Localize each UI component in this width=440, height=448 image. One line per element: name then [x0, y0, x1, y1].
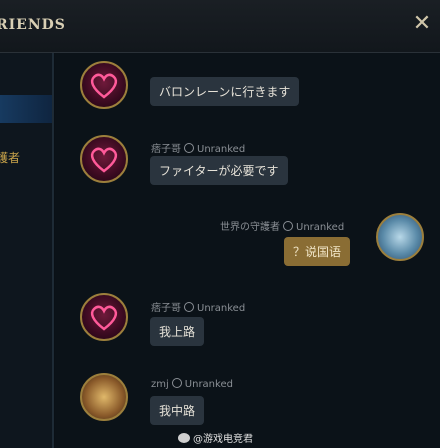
sender-name: 痞子哥	[151, 303, 181, 314]
heart-avatar[interactable]	[80, 293, 128, 341]
rank-icon	[171, 378, 182, 388]
rank-status: Unranked	[296, 222, 345, 233]
heart-avatar[interactable]	[80, 61, 128, 109]
poro-avatar[interactable]	[376, 213, 424, 261]
weibo-icon	[178, 433, 190, 443]
sender-name: 痞子哥	[151, 144, 181, 155]
heart-avatar[interactable]	[80, 135, 128, 183]
message-bubble: ファイターが必要です	[150, 156, 288, 185]
message-bubble-self: ？说国语	[284, 237, 351, 266]
message-bubble: 我中路	[150, 396, 205, 425]
sender-name: zmj	[151, 379, 169, 390]
friends-sidebar: 護者	[0, 53, 54, 448]
message-meta: 痞子哥 Unranked	[151, 299, 245, 314]
message-bubble: バロンレーンに行きます	[150, 77, 300, 106]
message-meta: 痞子哥 Unranked	[151, 140, 245, 155]
sender-name: 世界の守護者	[220, 222, 280, 233]
rank-icon	[283, 221, 293, 231]
rank-icon	[184, 143, 194, 153]
chat-panel: バロンレーンに行きます 痞子哥 Unranked ファイターが必要です 世界の守護…	[55, 53, 440, 448]
rank-icon	[184, 302, 194, 312]
cake-avatar[interactable]	[80, 373, 128, 421]
sidebar-item-label[interactable]: 護者	[0, 149, 20, 166]
close-icon[interactable]: ✕	[412, 13, 432, 35]
rank-status: Unranked	[197, 144, 246, 155]
header-title: RIENDS	[0, 17, 66, 33]
rank-status: Unranked	[197, 303, 246, 314]
watermark-text: @游戏电竞君	[193, 434, 253, 445]
message-bubble: 我上路	[150, 317, 205, 346]
message-meta: zmj Unranked	[151, 378, 233, 390]
rank-status: Unranked	[184, 379, 233, 390]
friends-header: RIENDS ✕	[0, 0, 440, 53]
watermark: @游戏电竞君	[178, 430, 253, 445]
sidebar-item-active[interactable]	[0, 95, 52, 123]
message-meta: 世界の守護者 Unranked	[220, 218, 344, 233]
